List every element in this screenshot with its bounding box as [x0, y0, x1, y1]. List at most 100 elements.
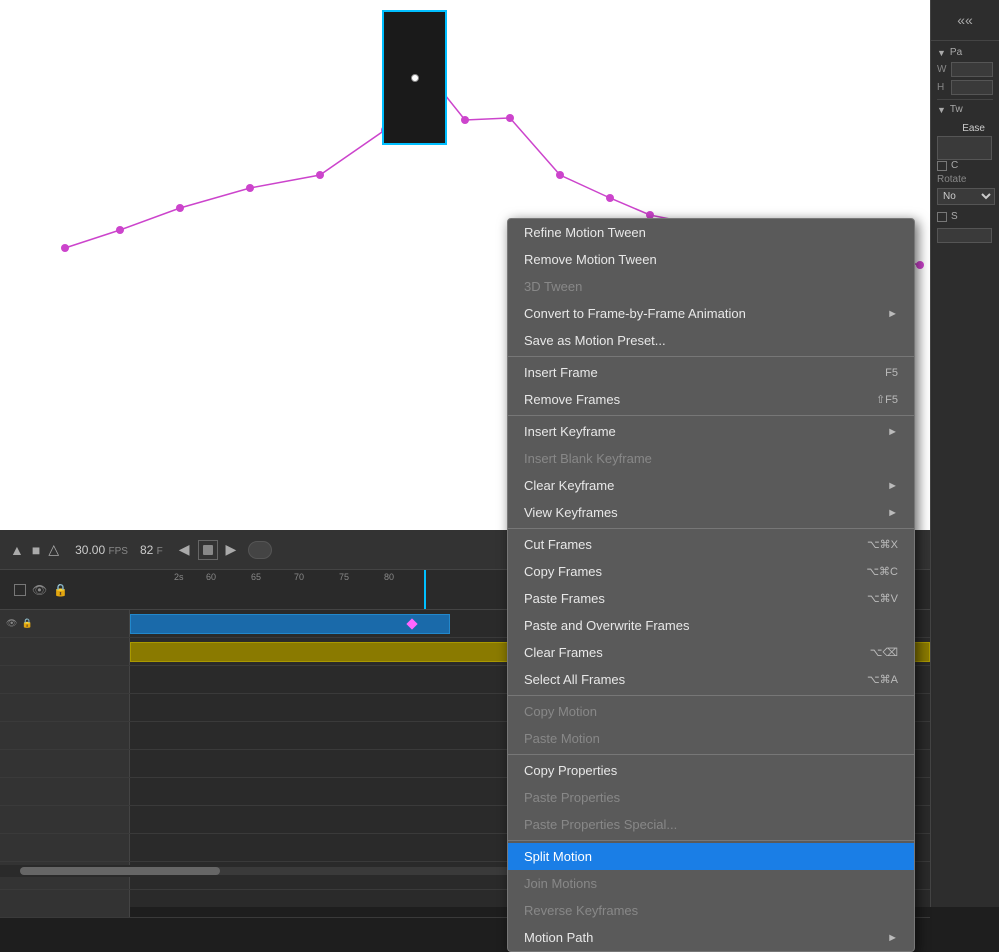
track-label-layer1: 👁 🔒 [0, 610, 130, 637]
menu-item-label: Clear Keyframe [524, 478, 614, 493]
blue-tween-bar [130, 614, 450, 634]
menu-item-paste-overwrite[interactable]: Paste and Overwrite Frames [508, 612, 914, 639]
menu-item-paste-frames[interactable]: Paste Frames ⌥⌘V [508, 585, 914, 612]
menu-item-label: Paste and Overwrite Frames [524, 618, 689, 633]
c-checkbox[interactable] [937, 161, 947, 171]
visibility-icon[interactable]: 👁 [6, 618, 17, 629]
track-label-empty7 [0, 834, 130, 861]
menu-item-paste-properties-special[interactable]: Paste Properties Special... [508, 811, 914, 838]
panel-collapse-icon[interactable]: «« [931, 0, 999, 40]
camera-icon[interactable]: ▲ [10, 542, 24, 558]
menu-item-cut-frames[interactable]: Cut Frames ⌥⌘X [508, 531, 914, 558]
menu-item-convert-frame-by-frame[interactable]: Convert to Frame-by-Frame Animation ► [508, 300, 914, 327]
submenu-arrow: ► [887, 480, 898, 492]
loop-toggle[interactable] [248, 541, 272, 559]
menu-item-label: Split Motion [524, 849, 592, 864]
track-label-empty3 [0, 722, 130, 749]
width-field-row: W [937, 62, 993, 77]
menu-item-label: Paste Motion [524, 731, 600, 746]
height-input[interactable] [951, 80, 993, 95]
menu-item-clear-keyframe[interactable]: Clear Keyframe ► [508, 472, 914, 499]
menu-item-clear-frames[interactable]: Clear Frames ⌥⌫ [508, 639, 914, 666]
menu-item-join-motions[interactable]: Join Motions [508, 870, 914, 897]
record-btn[interactable] [198, 540, 218, 560]
shortcut-cut: ⌥⌘X [867, 538, 898, 551]
menu-item-label: Reverse Keyframes [524, 903, 638, 918]
submenu-arrow: ► [887, 507, 898, 519]
frame-value: 82 [140, 543, 153, 557]
menu-item-paste-motion[interactable]: Paste Motion [508, 725, 914, 752]
menu-item-view-keyframes[interactable]: View Keyframes ► [508, 499, 914, 526]
menu-item-copy-frames[interactable]: Copy Frames ⌥⌘C [508, 558, 914, 585]
track-label-empty4 [0, 750, 130, 777]
menu-item-label: Save as Motion Preset... [524, 333, 666, 348]
h-label: H [937, 82, 951, 93]
pa-section-label: Pa [950, 47, 962, 58]
prev-frame-btn[interactable]: ◀ [179, 541, 190, 558]
submenu-arrow: ► [887, 426, 898, 438]
menu-item-label: Insert Keyframe [524, 424, 616, 439]
shortcut-paste: ⌥⌘V [867, 592, 898, 605]
lock-icon-layer1[interactable]: 🔒 [21, 618, 32, 629]
menu-item-reverse-keyframes[interactable]: Reverse Keyframes [508, 897, 914, 924]
next-frame-btn[interactable]: ▶ [226, 541, 237, 558]
context-menu: Refine Motion Tween Remove Motion Tween … [507, 218, 915, 952]
menu-item-label: Paste Properties [524, 790, 620, 805]
fps-value: 30.00 [75, 543, 105, 557]
canvas-object[interactable] [382, 10, 447, 145]
s-input[interactable] [937, 228, 992, 243]
w-label: W [937, 64, 951, 75]
menu-item-save-motion-preset[interactable]: Save as Motion Preset... [508, 327, 914, 354]
menu-item-copy-properties[interactable]: Copy Properties [508, 757, 914, 784]
s-checkbox-row: S [937, 211, 993, 222]
track-label-empty1 [0, 666, 130, 693]
s-checkbox[interactable] [937, 212, 947, 222]
menu-item-label: Remove Motion Tween [524, 252, 657, 267]
menu-item-label: Convert to Frame-by-Frame Animation [524, 306, 746, 321]
menu-item-label: Remove Frames [524, 392, 620, 407]
menu-item-motion-path[interactable]: Motion Path ► [508, 924, 914, 951]
tw-section-label: Tw [950, 104, 963, 115]
submenu-arrow: ► [887, 932, 898, 944]
lock-icon[interactable]: 🔒 [53, 583, 68, 597]
ruler-80: 80 [384, 572, 394, 582]
track-label-empty9 [0, 890, 130, 917]
menu-item-remove-motion-tween[interactable]: Remove Motion Tween [508, 246, 914, 273]
ease-display[interactable] [937, 136, 992, 160]
menu-item-copy-motion[interactable]: Copy Motion [508, 698, 914, 725]
graph-icon[interactable]: △ [48, 541, 59, 558]
menu-item-insert-keyframe[interactable]: Insert Keyframe ► [508, 418, 914, 445]
menu-item-label: Join Motions [524, 876, 597, 891]
track-label-empty2 [0, 694, 130, 721]
layers-icon[interactable]: ■ [32, 542, 40, 558]
rotate-label: Rotate [937, 174, 993, 185]
shortcut-shift-f5: ⇧F5 [876, 393, 898, 406]
width-input[interactable] [951, 62, 993, 77]
menu-item-refine-motion-tween[interactable]: Refine Motion Tween [508, 219, 914, 246]
menu-item-label: Insert Blank Keyframe [524, 451, 652, 466]
scrollbar-thumb[interactable] [20, 867, 220, 875]
menu-item-split-motion[interactable]: Split Motion [508, 843, 914, 870]
playhead [424, 570, 426, 609]
menu-item-insert-frame[interactable]: Insert Frame F5 [508, 359, 914, 386]
c-checkbox-row: C [937, 160, 993, 171]
menu-item-label: Refine Motion Tween [524, 225, 646, 240]
menu-separator-3 [508, 528, 914, 529]
track-icons-layer1: 👁 🔒 [6, 618, 33, 629]
menu-item-label: Paste Properties Special... [524, 817, 677, 832]
menu-item-insert-blank-keyframe[interactable]: Insert Blank Keyframe [508, 445, 914, 472]
menu-item-label: Copy Properties [524, 763, 617, 778]
ruler-2s: 2s [174, 572, 184, 582]
rotate-select[interactable]: No CW CCW [937, 188, 995, 205]
menu-item-label: Motion Path [524, 930, 593, 945]
object-handle [411, 74, 419, 82]
menu-item-3d-tween[interactable]: 3D Tween [508, 273, 914, 300]
menu-separator-1 [508, 356, 914, 357]
menu-item-label: Copy Frames [524, 564, 602, 579]
menu-item-paste-properties[interactable]: Paste Properties [508, 784, 914, 811]
height-field-row: H [937, 80, 993, 95]
eye-icon[interactable]: 👁 [32, 583, 47, 597]
menu-item-remove-frames[interactable]: Remove Frames ⇧F5 [508, 386, 914, 413]
menu-item-select-all-frames[interactable]: Select All Frames ⌥⌘A [508, 666, 914, 693]
pa-section-header: ▼ Pa [937, 47, 993, 58]
